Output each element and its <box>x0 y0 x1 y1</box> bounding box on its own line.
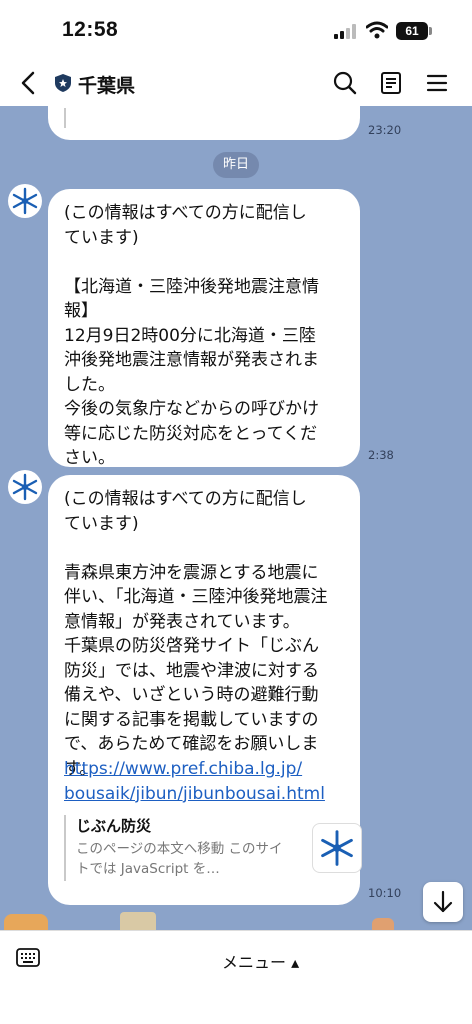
message-time: 2:38 <box>368 448 394 462</box>
message-bubble[interactable]: (この情報はすべての方に配信し ています) 【北海道・三陸沖後発地震注意情 報】… <box>48 189 360 468</box>
message-text: (この情報はすべての方に配信し ています) 【北海道・三陸沖後発地震注意情 報】… <box>64 203 319 468</box>
chat-title: 千葉県 <box>78 75 136 97</box>
chat-header: 千葉県 <box>0 60 472 106</box>
signal-icon <box>334 24 358 39</box>
sender-avatar[interactable] <box>8 470 42 504</box>
battery-tip <box>429 27 432 35</box>
previous-message-bubble[interactable] <box>48 106 360 140</box>
link-url-line1[interactable]: https://www.pref.chiba.lg.jp/ <box>64 757 302 782</box>
chat-area[interactable]: 23:20 昨日 (この情報はすべての方に配信し ています) 【北海道・三陸沖後… <box>0 106 472 930</box>
date-divider: 昨日 <box>213 152 259 178</box>
background-illustration <box>120 912 156 930</box>
message-time: 10:10 <box>368 886 402 900</box>
chiba-logo-icon <box>12 473 38 501</box>
preview-thumbnail <box>312 823 362 873</box>
preview-title: じぶん防災 <box>76 817 152 835</box>
link-preview-card[interactable]: じぶん防災 このページの本文へ移動 このサイトでは JavaScript を… <box>64 815 362 881</box>
notes-icon[interactable] <box>378 70 404 96</box>
message-time: 23:20 <box>368 123 402 137</box>
message-text: (この情報はすべての方に配信し ています) 青森県東方沖を震源とする地震に 伴い… <box>64 489 328 779</box>
quote-bar <box>64 108 66 128</box>
arrow-down-icon <box>433 890 453 913</box>
bottom-menu-bar: メニュー ▴ <box>0 930 472 1024</box>
wifi-icon <box>366 21 388 39</box>
search-icon[interactable] <box>332 70 358 96</box>
scroll-to-bottom-button[interactable] <box>423 882 463 922</box>
preview-description: このページの本文へ移動 このサイトでは JavaScript を… <box>76 841 283 877</box>
message-bubble[interactable]: (この情報はすべての方に配信し ています) 青森県東方沖を震源とする地震に 伴い… <box>48 475 362 905</box>
background-illustration <box>4 914 48 930</box>
battery-icon: 61 <box>396 22 428 40</box>
chiba-logo-icon <box>321 830 353 866</box>
sender-avatar[interactable] <box>8 184 42 218</box>
back-arrow-icon[interactable] <box>16 70 42 96</box>
official-shield-icon <box>55 74 71 92</box>
status-bar: 12:58 61 <box>0 0 472 60</box>
status-time: 12:58 <box>62 18 119 41</box>
chiba-logo-icon <box>12 187 38 215</box>
menu-toggle-button[interactable]: メニュー ▴ <box>222 949 299 973</box>
keyboard-icon[interactable] <box>16 947 40 969</box>
background-illustration <box>372 918 394 930</box>
link-url-line2[interactable]: bousaik/jibun/jibunbousai.html <box>64 782 325 807</box>
hamburger-menu-icon[interactable] <box>424 70 450 96</box>
